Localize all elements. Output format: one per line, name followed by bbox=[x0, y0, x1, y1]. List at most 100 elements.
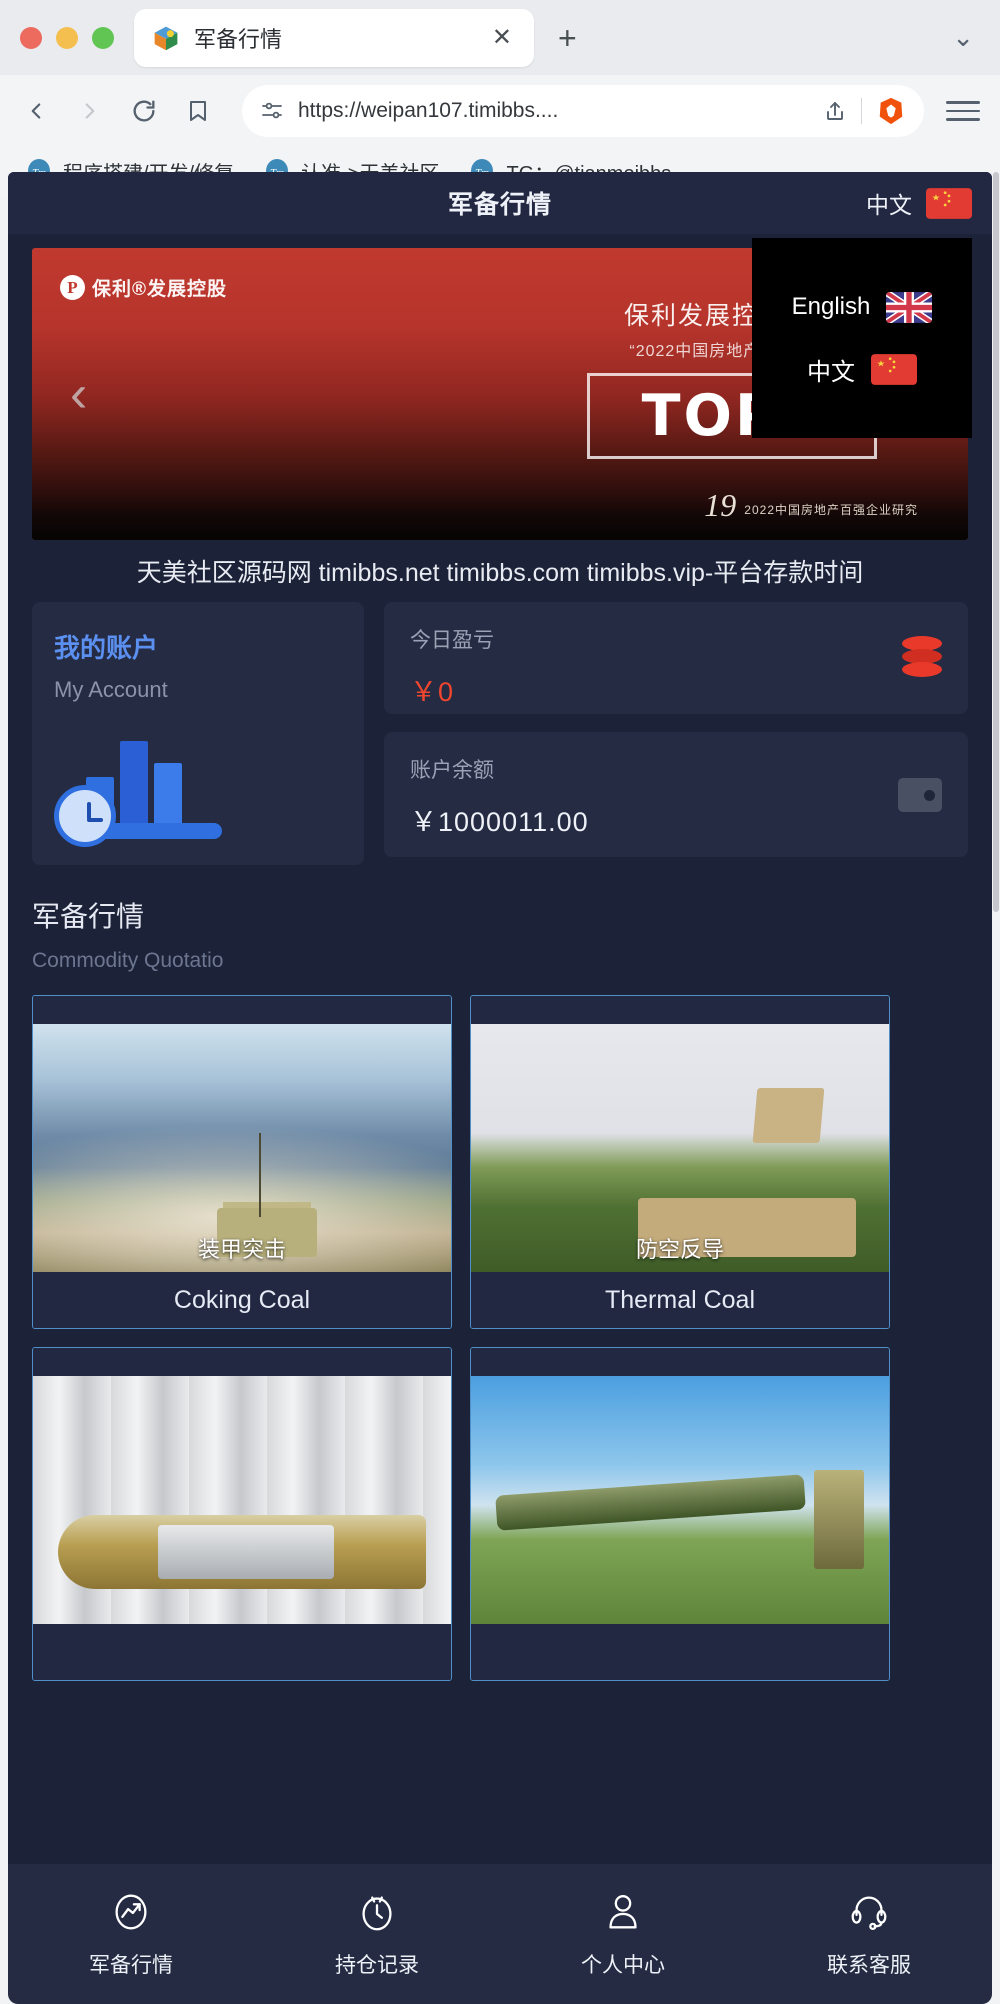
commodity-grid: 装甲突击 Coking Coal 防空反导 Thermal Coal bbox=[8, 973, 992, 1681]
my-account-title: 我的账户 bbox=[54, 633, 159, 663]
commodity-name-en: Coking Coal bbox=[33, 1272, 451, 1328]
nav-item-positions[interactable]: 持仓记录 bbox=[254, 1889, 500, 1979]
bookmark-icon bbox=[190, 101, 206, 121]
wallet-icon bbox=[898, 777, 942, 812]
missile-cutaway-photo bbox=[33, 1376, 451, 1624]
browser-titlebar: 军备行情 ✕ + ⌄ bbox=[0, 0, 1000, 75]
language-switcher[interactable]: 中文 bbox=[866, 186, 972, 220]
nav-item-support[interactable]: 联系客服 bbox=[746, 1889, 992, 1979]
nav-label: 联系客服 bbox=[827, 1954, 911, 1977]
chevron-right-icon bbox=[85, 103, 95, 119]
account-stats: 今日盈亏 ￥0 账户余额 ￥1000011.00 bbox=[384, 602, 968, 865]
app-header: 军备行情 中文 bbox=[8, 172, 992, 234]
language-current-label: 中文 bbox=[866, 192, 912, 218]
browser-navbar: https://weipan107.timibbs.... bbox=[0, 75, 1000, 147]
url-text[interactable]: https://weipan107.timibbs.... bbox=[298, 99, 809, 123]
commodity-name-en bbox=[33, 1624, 451, 1680]
timer-icon bbox=[362, 1896, 392, 1931]
commodity-name-cn: 装甲突击 bbox=[197, 1237, 286, 1262]
banner-rank-number: 19 bbox=[704, 487, 737, 523]
new-tab-button[interactable]: + bbox=[558, 22, 577, 54]
carousel-prev-button[interactable]: ‹ bbox=[70, 368, 87, 420]
marquee-notice: 天美社区源码网 timibbs.net timibbs.com timibbs.… bbox=[136, 559, 864, 587]
trend-circle-icon bbox=[115, 1894, 147, 1930]
nav-label: 持仓记录 bbox=[335, 1954, 419, 1977]
commodity-image-2 bbox=[33, 1376, 451, 1624]
nav-label: 个人中心 bbox=[581, 1954, 665, 1977]
cube-icon bbox=[154, 26, 178, 50]
close-window-button[interactable] bbox=[20, 26, 42, 49]
browser-window: 军备行情 ✕ + ⌄ https://weipan107.timibbs.... bbox=[0, 0, 1000, 2004]
coins-icon bbox=[902, 636, 942, 680]
card-top-spacer bbox=[471, 1348, 889, 1376]
uk-flag-icon bbox=[886, 291, 933, 323]
bottom-navigation: 军备行情 持仓记录 个人中心 联系客服 bbox=[8, 1864, 992, 2004]
poly-logo-text: 保利®发展控股 bbox=[92, 279, 227, 300]
commodity-image-3 bbox=[471, 1376, 889, 1624]
forward-button[interactable] bbox=[74, 95, 106, 127]
today-pnl-card[interactable]: 今日盈亏 ￥0 bbox=[384, 602, 968, 714]
today-pnl-value: ￥0 bbox=[410, 677, 455, 707]
language-dropdown-menu[interactable]: English 中文 bbox=[752, 238, 972, 438]
cn-flag-icon bbox=[926, 187, 972, 219]
person-icon bbox=[609, 1895, 637, 1929]
commodity-name-en: Thermal Coal bbox=[471, 1272, 889, 1328]
commodity-card-0[interactable]: 装甲突击 Coking Coal bbox=[32, 995, 452, 1329]
page-scrollbar[interactable] bbox=[992, 172, 1000, 2004]
browser-tab[interactable]: 军备行情 ✕ bbox=[134, 8, 534, 67]
browser-menu-button[interactable] bbox=[946, 94, 980, 128]
account-balance-card[interactable]: 账户余额 ￥1000011.00 bbox=[384, 732, 968, 857]
close-tab-button[interactable]: ✕ bbox=[488, 25, 516, 50]
site-settings-icon[interactable] bbox=[260, 99, 284, 123]
card-top-spacer bbox=[471, 996, 889, 1024]
language-option-label: 中文 bbox=[807, 358, 855, 386]
omnibox-divider bbox=[861, 98, 862, 124]
web-page: 军备行情 中文 P 保利®发展控股 保利发展控股荣膺 “2022中国房地产百强企… bbox=[8, 172, 992, 1996]
tab-search-button[interactable]: ⌄ bbox=[952, 22, 974, 53]
banner-footer: 19 2022中国房地产百强企业研究 bbox=[704, 487, 918, 524]
my-account-subtitle: My Account bbox=[54, 677, 168, 702]
poly-logo: P 保利®发展控股 bbox=[60, 274, 227, 301]
scrollbar-thumb[interactable] bbox=[993, 172, 999, 912]
my-account-card[interactable]: 我的账户 My Account bbox=[32, 602, 364, 865]
commodity-name-cn: 防空反导 bbox=[635, 1237, 724, 1262]
nav-item-profile[interactable]: 个人中心 bbox=[500, 1889, 746, 1979]
rocket-launcher-photo bbox=[471, 1376, 889, 1624]
commodity-image-1: 防空反导 bbox=[471, 1024, 889, 1272]
minimize-window-button[interactable] bbox=[56, 26, 78, 49]
bar-chart-clock-icon bbox=[54, 729, 342, 847]
card-top-spacer bbox=[33, 1348, 451, 1376]
brave-lion-icon[interactable] bbox=[876, 96, 906, 126]
chevron-left-icon bbox=[31, 103, 41, 119]
card-top-spacer bbox=[33, 996, 451, 1024]
account-summary: 我的账户 My Account 今日盈亏 ￥0 账户余额 ￥1000011.00 bbox=[8, 602, 992, 865]
language-option-chinese[interactable]: 中文 bbox=[752, 338, 972, 400]
bookmark-button[interactable] bbox=[182, 95, 214, 127]
back-button[interactable] bbox=[20, 95, 52, 127]
account-balance-value: ￥1000011.00 bbox=[410, 807, 589, 837]
address-bar[interactable]: https://weipan107.timibbs.... bbox=[242, 85, 924, 137]
nav-item-quotes[interactable]: 军备行情 bbox=[8, 1889, 254, 1979]
commodity-card-1[interactable]: 防空反导 Thermal Coal bbox=[470, 995, 890, 1329]
poly-mark-icon: P bbox=[60, 275, 85, 300]
language-option-english[interactable]: English bbox=[752, 276, 972, 338]
section-subtitle: Commodity Quotatio bbox=[32, 949, 224, 972]
commodity-card-2[interactable] bbox=[32, 1347, 452, 1681]
cn-flag-icon bbox=[871, 353, 917, 385]
today-pnl-label: 今日盈亏 bbox=[410, 629, 494, 652]
commodity-section-header: 军备行情 Commodity Quotatio bbox=[8, 865, 992, 973]
tab-title: 军备行情 bbox=[194, 26, 283, 52]
window-controls bbox=[20, 26, 114, 49]
section-title: 军备行情 bbox=[32, 901, 145, 932]
language-option-label: English bbox=[791, 293, 871, 320]
maximize-window-button[interactable] bbox=[92, 26, 114, 49]
nav-label: 军备行情 bbox=[89, 1954, 173, 1977]
reload-button[interactable] bbox=[128, 95, 160, 127]
commodity-name-en bbox=[471, 1624, 889, 1680]
banner-footer-text: 2022中国房地产百强企业研究 bbox=[744, 503, 918, 517]
reload-icon bbox=[133, 100, 155, 122]
share-icon[interactable] bbox=[823, 98, 847, 124]
commodity-card-3[interactable] bbox=[470, 1347, 890, 1681]
headset-icon bbox=[851, 1896, 887, 1931]
page-title: 军备行情 bbox=[447, 191, 552, 219]
